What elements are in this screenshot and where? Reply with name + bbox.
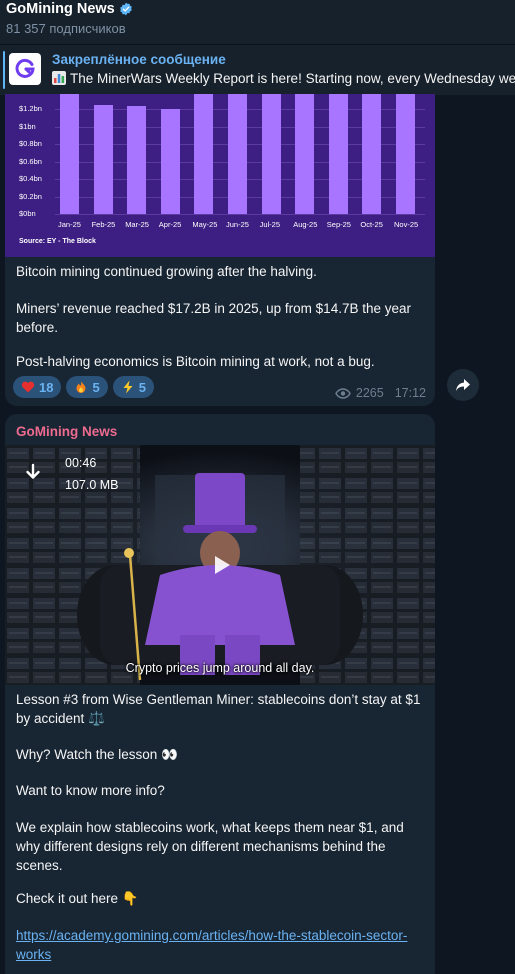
video-size: 107.0 MB bbox=[65, 478, 119, 492]
sender-name[interactable]: GoMining News bbox=[16, 424, 117, 439]
chart-bar bbox=[194, 94, 214, 214]
x-tick-label: May-25 bbox=[192, 220, 218, 229]
view-count: 2265 bbox=[355, 386, 384, 400]
chart-gridline bbox=[55, 214, 425, 215]
x-tick-label: Mar-25 bbox=[125, 220, 149, 229]
reaction-lightning[interactable]: 5 bbox=[112, 376, 154, 398]
message-paragraph: Want to know more info? bbox=[16, 783, 165, 798]
play-icon[interactable] bbox=[204, 549, 236, 581]
article-link-row: https://academy.gomining.com/articles/ho… bbox=[16, 926, 424, 964]
views-eye-icon bbox=[335, 387, 351, 399]
y-tick-label: $1.2bn bbox=[19, 104, 42, 113]
x-tick-label: Jan-25 bbox=[58, 220, 81, 229]
y-tick-label: $0.4bn bbox=[19, 174, 42, 183]
chart-bar bbox=[261, 94, 281, 214]
channel-title-row[interactable]: GoMining News bbox=[6, 1, 133, 17]
reactions-row: 18 5 5 bbox=[13, 376, 154, 398]
message-paragraph: Post-halving economics is Bitcoin mining… bbox=[16, 354, 375, 369]
x-tick-label: Sep-25 bbox=[326, 220, 351, 229]
reaction-count: 5 bbox=[92, 379, 100, 395]
chat-header[interactable]: GoMining News 81 357 подписчиков bbox=[0, 0, 515, 44]
reaction-count: 18 bbox=[39, 379, 54, 395]
pinned-indicator bbox=[3, 51, 5, 89]
download-icon[interactable] bbox=[23, 463, 43, 485]
share-arrow-icon bbox=[456, 379, 470, 391]
reaction-count: 5 bbox=[138, 379, 146, 395]
chart-bar bbox=[228, 94, 247, 214]
share-button[interactable] bbox=[447, 369, 479, 401]
reaction-fire[interactable]: 5 bbox=[66, 376, 108, 398]
video-duration: 00:46 bbox=[65, 456, 97, 470]
x-tick-label: Jun-25 bbox=[226, 220, 249, 229]
pinned-text: The MinerWars Weekly Report is here! Sta… bbox=[70, 71, 515, 86]
message-meta: 2265 17:12 bbox=[335, 386, 426, 400]
x-tick-label: Oct-25 bbox=[360, 220, 383, 229]
chart-bar bbox=[396, 94, 415, 214]
chart-bar bbox=[60, 94, 79, 214]
heart-icon bbox=[21, 381, 35, 393]
chart-bar bbox=[362, 94, 382, 214]
message-bubble[interactable]: Source: EY - The Block $0bn $0.2bn $0.4bn $… bbox=[5, 94, 435, 406]
chart-bar bbox=[127, 106, 147, 214]
verified-icon bbox=[119, 2, 132, 16]
subscriber-count: 81 357 подписчиков bbox=[6, 21, 126, 36]
message-paragraph: Miners’ revenue reached $17.2B in 2025, … bbox=[16, 301, 411, 335]
message-time: 17:12 bbox=[394, 386, 426, 400]
chart-bar bbox=[160, 109, 180, 214]
pinned-label: Закреплённое сообщение bbox=[52, 52, 226, 67]
message-paragraph: Bitcoin mining continued growing after t… bbox=[16, 264, 317, 279]
message-bubble[interactable]: GoMining News 00:46 107.0 MB Crypto pric… bbox=[5, 414, 435, 974]
chart-bar bbox=[295, 94, 315, 214]
x-tick-label: Jul-25 bbox=[259, 220, 281, 229]
video-caption: Crypto prices jump around all day. bbox=[125, 661, 315, 675]
article-link[interactable]: https://academy.gomining.com/articles/ho… bbox=[16, 928, 407, 962]
x-tick-label: Feb-25 bbox=[91, 220, 116, 229]
y-tick-label: $0.8bn bbox=[19, 139, 42, 148]
pinned-message-bar[interactable]: Закреплённое сообщение The MinerWars Wee… bbox=[0, 44, 515, 95]
message-paragraph: Lesson #3 from Wise Gentleman Miner: sta… bbox=[16, 692, 421, 726]
chart-source: Source: EY - The Block bbox=[19, 238, 96, 245]
reaction-heart[interactable]: 18 bbox=[13, 376, 62, 398]
chart-bar bbox=[328, 94, 348, 214]
message-paragraph: Why? Watch the lesson 👀 bbox=[16, 747, 178, 762]
lightning-icon bbox=[123, 380, 133, 394]
x-tick-label: Apr-25 bbox=[158, 220, 182, 229]
chart-bar bbox=[93, 104, 113, 214]
gomining-logo-icon bbox=[9, 53, 41, 85]
message-paragraph: Check it out here 👇 bbox=[16, 891, 139, 906]
bar-chart-icon bbox=[52, 71, 66, 85]
fire-icon bbox=[76, 381, 86, 393]
video-player[interactable]: 00:46 107.0 MB Crypto prices jump around… bbox=[5, 445, 435, 685]
x-tick-label: Nov-25 bbox=[394, 220, 419, 229]
mining-revenue-chart[interactable]: Source: EY - The Block $0bn $0.2bn $0.4bn $… bbox=[5, 94, 435, 257]
y-tick-label: $0.6bn bbox=[19, 156, 42, 166]
y-tick-label: $1bn bbox=[19, 121, 36, 131]
channel-title[interactable]: GoMining News bbox=[6, 1, 115, 17]
y-tick-label: $0.2bn bbox=[19, 191, 42, 201]
y-tick-label: $0bn bbox=[19, 209, 36, 218]
pinned-text-row: The MinerWars Weekly Report is here! Sta… bbox=[52, 71, 515, 86]
x-tick-label: Aug-25 bbox=[293, 220, 318, 229]
message-paragraph: We explain how stablecoins work, what ke… bbox=[16, 820, 404, 873]
